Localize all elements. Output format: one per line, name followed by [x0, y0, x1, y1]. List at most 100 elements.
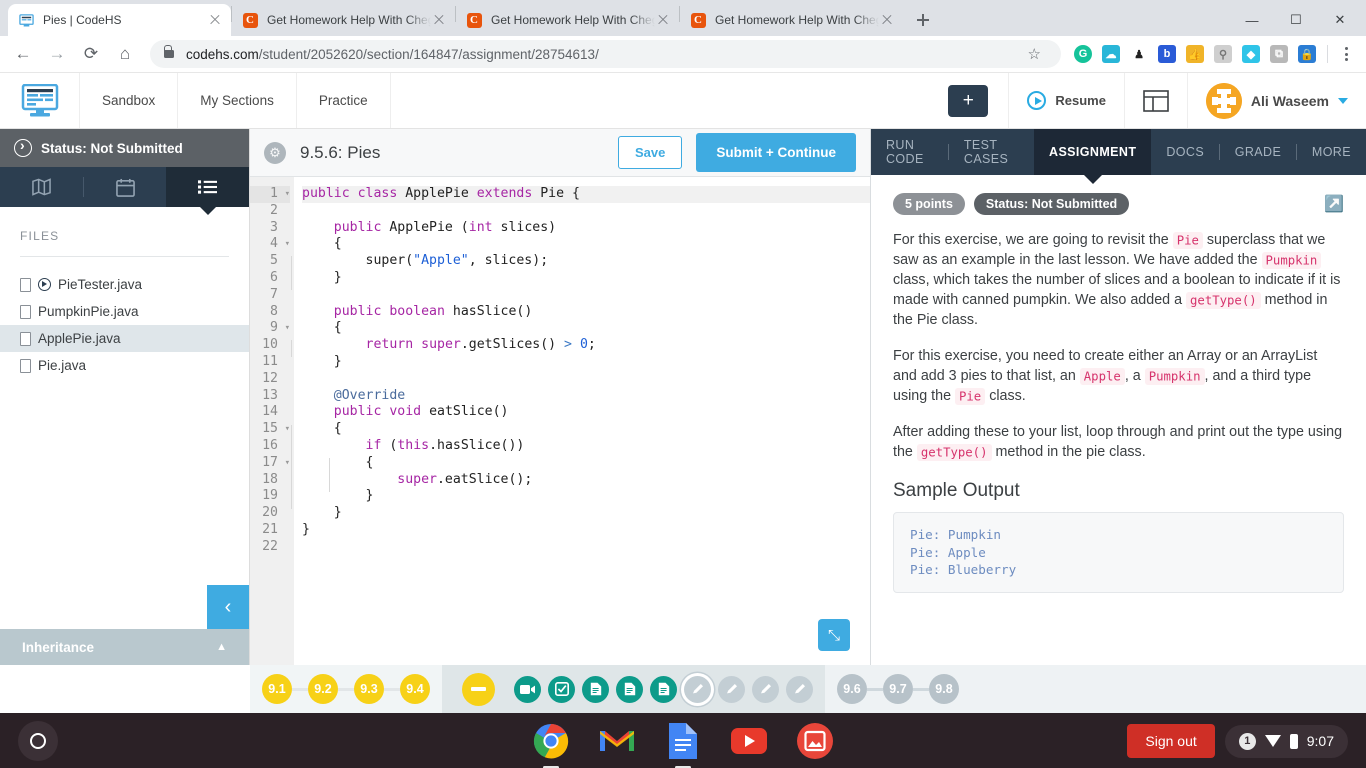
nav-link-practice[interactable]: Practice [297, 73, 391, 128]
pencil-icon[interactable] [684, 675, 711, 703]
diamond-extension-icon[interactable]: ◆ [1242, 45, 1260, 63]
browser-tab-2[interactable]: C Get Homework Help With Chegg [456, 4, 679, 36]
user-menu[interactable]: Ali Waseem [1186, 73, 1366, 128]
nav-link-sandbox[interactable]: Sandbox [80, 73, 179, 128]
add-button[interactable]: + [948, 84, 989, 117]
text-segment: class. [985, 388, 1026, 404]
tab-test-cases[interactable]: TEST CASES [949, 129, 1034, 175]
browser-toolbar: ← → ⟳ ⌂ codehs.com/student/2052620/secti… [0, 36, 1366, 73]
grammarly-extension-icon[interactable]: G [1074, 45, 1092, 63]
back-icon[interactable]: ← [8, 39, 38, 69]
nav-link-my-sections[interactable]: My Sections [178, 73, 297, 128]
gear-icon[interactable]: ⚙ [264, 141, 286, 164]
address-bar[interactable]: codehs.com/student/2052620/section/16484… [150, 40, 1061, 68]
youtube-icon[interactable] [729, 721, 769, 761]
file-item-pietester[interactable]: PieTester.java [0, 271, 249, 298]
lock-extension-icon[interactable]: 🔒 [1298, 45, 1316, 63]
sidebar-tab-files[interactable] [166, 167, 250, 207]
line-number: 10 [262, 337, 278, 353]
close-icon[interactable] [655, 12, 671, 28]
file-item-pumpkinpie[interactable]: PumpkinPie.java [0, 298, 249, 325]
chrome-menu-icon[interactable] [1334, 47, 1358, 61]
document-icon[interactable] [582, 675, 609, 703]
line-number: 21 [262, 521, 278, 537]
expand-editor-button[interactable]: ⤡ [818, 619, 850, 651]
chegg-icon: C [242, 12, 258, 28]
progress-node-9-2[interactable]: 9.2 [308, 674, 338, 704]
reload-icon[interactable]: ⟳ [76, 39, 106, 69]
code-line: public void eatSlice() [333, 404, 509, 420]
file-item-pie[interactable]: Pie.java [0, 352, 249, 379]
progress-node-9-4[interactable]: 9.4 [400, 674, 430, 704]
copy-extension-icon[interactable]: ⧉ [1270, 45, 1288, 63]
progress-node-9-1[interactable]: 9.1 [262, 674, 292, 704]
tab-docs[interactable]: DOCS [1151, 129, 1219, 175]
progress-node-9-6[interactable]: 9.6 [837, 674, 867, 704]
open-in-new-icon[interactable]: ↗️ [1324, 194, 1344, 214]
sidebar-tab-calendar[interactable] [84, 167, 167, 207]
forward-icon[interactable]: → [42, 39, 72, 69]
close-window-icon[interactable]: ✕ [1318, 4, 1362, 36]
close-icon[interactable] [879, 12, 895, 28]
restore-icon[interactable]: ☐ [1274, 4, 1318, 36]
layout-icon [1143, 89, 1169, 112]
gorilla-extension-icon[interactable]: ⚲ [1214, 45, 1232, 63]
inline-code: getType() [916, 443, 992, 461]
bookmark-star-icon[interactable]: ☆ [1028, 45, 1041, 63]
submit-continue-button[interactable]: Submit + Continue [696, 133, 856, 172]
code-area[interactable]: 1 ▾ 2 3 4 ▾ 5 6 7 8 9 ▾ 10 11 12 13 14 15 ▾ … [250, 177, 870, 665]
lesson-section-bar[interactable]: Inheritance ▲ [0, 629, 249, 665]
play-icon [1027, 91, 1047, 110]
new-tab-button[interactable] [909, 6, 937, 34]
google-docs-icon[interactable] [663, 721, 703, 761]
progress-node-9-3[interactable]: 9.3 [354, 674, 384, 704]
sign-out-button[interactable]: Sign out [1127, 724, 1215, 758]
user-name: Ali Waseem [1250, 92, 1329, 109]
line-number-gutter: 1 ▾ 2 3 4 ▾ 5 6 7 8 9 ▾ 10 11 12 13 14 15 ▾ … [250, 177, 294, 665]
save-button[interactable]: Save [618, 136, 683, 169]
line-number: 1 ▾ [250, 186, 290, 203]
launcher-icon[interactable] [18, 721, 58, 761]
codehs-logo[interactable] [0, 73, 80, 128]
video-icon[interactable] [514, 675, 541, 703]
tab-grade[interactable]: GRADE [1220, 129, 1296, 175]
photos-icon[interactable] [795, 721, 835, 761]
browser-tab-1[interactable]: C Get Homework Help With Chegg [232, 4, 455, 36]
document-icon[interactable] [650, 675, 677, 703]
battery-icon [1289, 733, 1298, 749]
tab-run-code[interactable]: RUN CODE [871, 129, 948, 175]
code-text[interactable]: public class ApplePie extends Pie { publ… [291, 177, 870, 665]
close-icon[interactable] [431, 12, 447, 28]
home-icon[interactable]: ⌂ [110, 39, 140, 69]
document-icon[interactable] [616, 675, 643, 703]
quiz-check-icon[interactable] [548, 675, 575, 703]
layout-button[interactable] [1123, 73, 1187, 128]
cloud-extension-icon[interactable]: ☁ [1102, 45, 1120, 63]
chromeos-shelf: Sign out 1 9:07 [0, 713, 1366, 768]
chrome-icon[interactable] [531, 721, 571, 761]
progress-node-9-7[interactable]: 9.7 [883, 674, 913, 704]
minimize-icon[interactable]: — [1230, 4, 1274, 36]
browser-tab-3[interactable]: C Get Homework Help With Chegg [680, 4, 903, 36]
progress-group-previous: 9.1 9.2 9.3 9.4 [250, 665, 442, 713]
thumbs-up-extension-icon[interactable]: 👍 [1186, 45, 1204, 63]
shelf-app-list [531, 721, 835, 761]
gmail-icon[interactable] [597, 721, 637, 761]
sidebar-tab-map[interactable] [0, 167, 83, 207]
minus-icon[interactable] [462, 672, 495, 706]
resume-button[interactable]: Resume [1008, 73, 1124, 128]
file-item-applepie[interactable]: ApplePie.java [0, 325, 249, 352]
penguin-extension-icon[interactable]: ♟ [1130, 45, 1148, 63]
tab-assignment[interactable]: ASSIGNMENT [1034, 129, 1152, 175]
close-icon[interactable] [207, 12, 223, 28]
bitly-extension-icon[interactable]: b [1158, 45, 1176, 63]
browser-tab-title: Get Homework Help With Chegg [715, 13, 879, 27]
system-tray[interactable]: 1 9:07 [1224, 724, 1348, 758]
pencil-icon[interactable] [718, 675, 745, 703]
collapse-sidebar-button[interactable]: ‹ [207, 585, 249, 629]
progress-node-9-8[interactable]: 9.8 [929, 674, 959, 704]
tab-more[interactable]: MORE [1297, 129, 1366, 175]
pencil-icon[interactable] [786, 675, 813, 703]
browser-tab-0[interactable]: Pies | CodeHS [8, 4, 231, 36]
pencil-icon[interactable] [752, 675, 779, 703]
